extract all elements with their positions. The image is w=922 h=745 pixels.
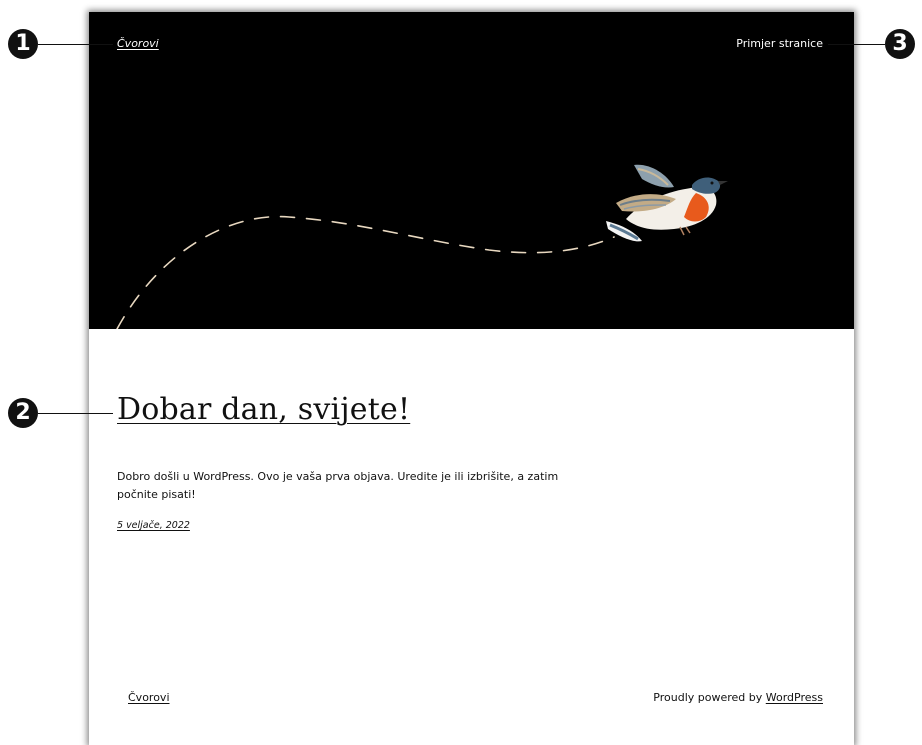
callout-leader-line xyxy=(38,44,113,45)
callout-leader-line xyxy=(828,44,885,45)
site-title-link[interactable]: Čvorovi xyxy=(117,37,159,50)
bird-icon xyxy=(606,164,728,242)
post-excerpt: Dobro došli u WordPress. Ovo je vaša prv… xyxy=(117,470,559,501)
callout-marker-3: 3 xyxy=(885,29,915,59)
footer-site-title-link[interactable]: Čvorovi xyxy=(128,691,170,704)
site-header: Čvorovi Primjer stranice xyxy=(89,12,854,329)
wordpress-page: Čvorovi Primjer stranice Dobar dan, svij… xyxy=(89,12,854,745)
post-date-link[interactable]: 5 veljače, 2022 xyxy=(117,520,190,531)
callout-marker-1: 1 xyxy=(8,29,38,59)
nav-item-sample-page[interactable]: Primjer stranice xyxy=(736,37,823,50)
footer-credit: Proudly powered by WordPress xyxy=(653,691,823,704)
callout-marker-2: 2 xyxy=(8,398,38,428)
footer-credit-text: Proudly powered by xyxy=(653,691,766,704)
wordpress-link[interactable]: WordPress xyxy=(766,691,823,704)
callout-leader-line xyxy=(38,413,113,414)
post-title-link[interactable]: Dobar dan, svijete! xyxy=(117,392,410,427)
flight-path-illustration xyxy=(116,215,615,329)
